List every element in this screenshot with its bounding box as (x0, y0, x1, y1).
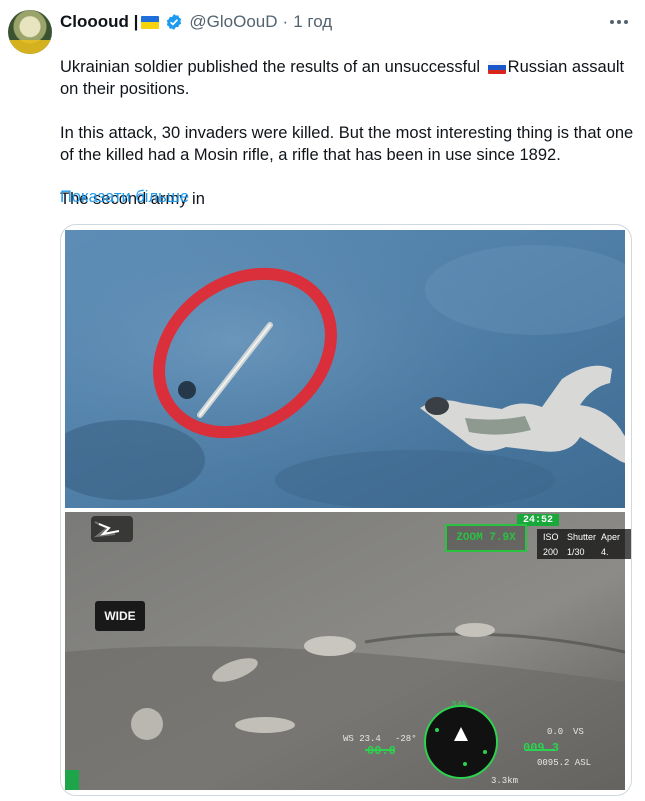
ukraine-flag-icon (141, 15, 160, 29)
dot-icon (624, 20, 628, 24)
author-name[interactable]: Cloooud | (60, 12, 138, 32)
distance-readout: 3.3km (491, 776, 519, 786)
more-options-button[interactable] (603, 8, 635, 36)
paragraph-2: In this attack, 30 invaders were killed.… (60, 124, 634, 164)
vertical-speed-readout: 0.0 (547, 727, 564, 737)
avatar-badge (8, 40, 52, 54)
timestamp[interactable]: 1 год (293, 12, 332, 32)
shutter-value: 1/30 (567, 546, 585, 557)
vertical-speed-label: VS (573, 727, 584, 737)
russia-flag-icon (487, 61, 506, 75)
media-container[interactable]: WIDE 24:52 ZOOM 7.9X ISO Shutter Aper 20… (60, 224, 632, 796)
altitude-readout: 009.3 (523, 741, 560, 755)
verified-badge-icon (167, 14, 182, 30)
heading-readout: 340 (451, 700, 468, 710)
photo-drone-hud[interactable]: WIDE 24:52 ZOOM 7.9X ISO Shutter Aper 20… (65, 512, 631, 790)
iso-value: 200 (543, 546, 559, 557)
horizontal-speed-readout: 00.0 (367, 744, 396, 758)
dot-icon (610, 20, 614, 24)
zoom-indicator[interactable]: ZOOM 7.9X (445, 524, 527, 552)
paragraph-1 (60, 34, 635, 56)
shutter-label: Shutter (567, 531, 597, 542)
avatar[interactable] (8, 10, 52, 54)
aperture-value: 4. (601, 546, 609, 557)
separator-dot: · (282, 12, 289, 31)
wind-speed-readout: WS 23.4 (343, 734, 381, 744)
dot-icon (617, 20, 621, 24)
photo-rifle-circled[interactable] (65, 230, 625, 508)
camera-settings-panel: ISO Shutter Aper 200 1/30 4. (537, 529, 631, 559)
text-segment: Ukrainian soldier published the results … (60, 58, 485, 76)
altitude-asl-readout: 0095.2 ASL (537, 758, 592, 768)
gimbal-angle-readout: -28° (395, 734, 417, 744)
tweet-text: Ukrainian soldier published the results … (60, 34, 635, 210)
wide-mode-button[interactable]: WIDE (95, 601, 145, 631)
tweet-header: Cloooud | @GloOouD · 1 год (60, 11, 332, 33)
tweet: Cloooud | @GloOouD · 1 год Ukrainian sol… (0, 0, 645, 801)
ukraine-flag-icon (60, 39, 78, 52)
iso-label: ISO (543, 531, 559, 542)
aperture-label: Aper (601, 531, 621, 542)
author-handle[interactable]: @GloOouD (189, 12, 277, 32)
show-more-link[interactable]: Показати більше (60, 188, 189, 207)
